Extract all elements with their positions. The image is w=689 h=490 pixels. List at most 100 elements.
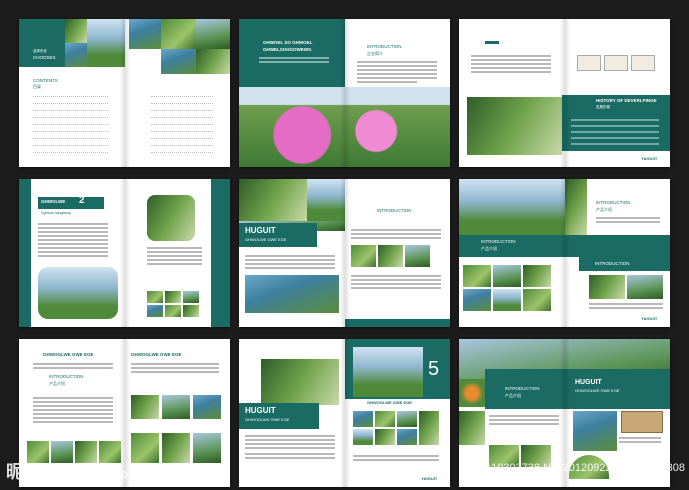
text-line — [38, 243, 108, 245]
thumb — [193, 395, 221, 419]
text-line — [489, 419, 559, 421]
section-title: GHWOLWE — [41, 199, 66, 204]
text-line — [471, 71, 551, 73]
watermark-main: 昵图网 — [6, 462, 63, 482]
text-line — [245, 457, 335, 459]
intro-heading-3-label: INTRODUCTION — [595, 261, 630, 266]
history-cn: 发展历程 — [596, 105, 610, 109]
river-photo — [38, 267, 118, 319]
text-line — [351, 229, 441, 231]
brand-name: HUGUIT — [245, 406, 276, 415]
thumb — [375, 411, 395, 427]
intro-heading-2: INTRODUCTION — [481, 239, 516, 244]
photo — [196, 49, 230, 74]
garden-photo — [147, 195, 195, 241]
toc-row — [33, 116, 108, 118]
text-line — [357, 69, 437, 71]
toc-row — [33, 130, 108, 132]
intro-cn: 产品介绍 — [505, 393, 521, 398]
text-line — [131, 363, 219, 365]
thumb — [162, 395, 190, 419]
thumb — [193, 433, 221, 463]
spread-product-2: GHWOLWE 2 Cghwse hohgwsng — [19, 179, 230, 327]
thumb — [131, 395, 159, 419]
thumb — [353, 411, 373, 427]
thumb — [523, 289, 551, 311]
text-line — [33, 413, 113, 415]
text-line — [38, 231, 108, 233]
text-line — [351, 279, 441, 281]
brand-sub: GHWOLWE GWE EGE — [245, 237, 287, 242]
photo — [161, 19, 196, 49]
footer-brand: HUGUIT — [642, 316, 658, 321]
toc-row — [33, 95, 108, 97]
chooses-label: CHOOSES — [33, 55, 56, 60]
text-line — [571, 125, 659, 127]
spine — [119, 179, 130, 327]
section-subtitle: Cghwse hohgwsng — [41, 211, 71, 215]
text-line — [245, 443, 335, 445]
toc-row — [151, 144, 213, 146]
section-number: 2 — [79, 195, 85, 206]
text-line — [33, 417, 113, 419]
text-line — [245, 267, 335, 269]
footer-band — [345, 319, 450, 327]
section-heading-right: GHWOGLWE GWE EGE — [131, 352, 182, 357]
text-line — [147, 263, 202, 265]
text-line — [357, 73, 437, 75]
thumb — [147, 291, 163, 303]
text-line — [596, 221, 660, 223]
spread-product-intro: INTRODUCTION 产品介绍 INTRODUCTION 产品介绍 INTR… — [459, 179, 670, 327]
toc-row — [33, 102, 108, 104]
text-line — [38, 235, 108, 237]
text-line — [147, 251, 202, 253]
spine — [339, 19, 350, 167]
text-line — [33, 401, 113, 403]
contents-cn: 目录 — [33, 84, 41, 89]
heading-1: GHWOEL SO GHWOEL — [263, 40, 313, 45]
text-line — [131, 367, 219, 369]
photo — [573, 411, 617, 451]
thumb — [353, 429, 373, 445]
history-heading: HISTORY OF DEVERLPINGE — [596, 98, 657, 103]
thumb — [165, 291, 181, 303]
tree-photo — [353, 347, 423, 397]
footer-brand: HUGUIT — [422, 476, 438, 481]
flower-photo — [459, 379, 485, 407]
photo — [196, 19, 230, 49]
text-line — [357, 81, 417, 83]
text-line — [38, 239, 108, 241]
spread-introduction: GHWOEL SO GHWOEL GHWELSOHGOWEWG INTRODUC… — [239, 19, 450, 167]
text-line — [33, 409, 113, 411]
text-line — [38, 227, 108, 229]
text-line — [33, 363, 113, 365]
brand-sub: GHWOGLWE GWE EGE — [245, 417, 290, 422]
text-line — [33, 397, 113, 399]
brand-name: HUGUIT — [245, 226, 276, 235]
text-line — [471, 59, 551, 61]
certificate — [577, 55, 601, 71]
text-line — [596, 217, 660, 219]
text-line — [245, 439, 335, 441]
text-line — [589, 307, 663, 309]
text-line — [589, 303, 663, 305]
text-line — [619, 437, 661, 439]
thumb — [397, 429, 417, 445]
watermark-logo: 昵图网 www.nipic.com — [6, 458, 176, 484]
side-band — [211, 179, 230, 327]
watermark-id: ID:10303738 NO:20120922080604002308 — [477, 462, 685, 474]
text-line — [351, 237, 441, 239]
certificate — [631, 55, 655, 71]
text-line — [353, 459, 439, 461]
photo — [65, 43, 87, 67]
text-line — [147, 247, 202, 249]
thumb — [147, 305, 163, 317]
text-line — [471, 55, 551, 57]
text-line — [245, 263, 335, 265]
text-line — [38, 247, 108, 249]
text-line — [571, 137, 659, 139]
intro-cn: 企业简介 — [367, 51, 383, 56]
spine — [119, 19, 130, 167]
photo — [627, 275, 663, 299]
text-line — [471, 63, 551, 65]
